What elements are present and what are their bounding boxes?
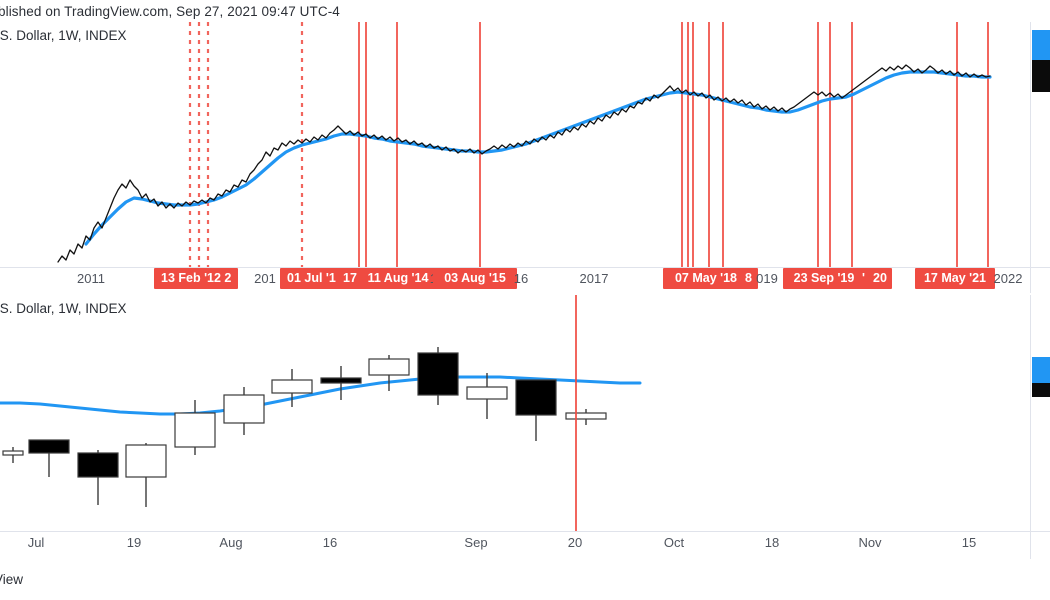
top-axis-tick-label: 019 [756,271,778,286]
top-axis-tick-label: 16 [513,271,529,286]
bottom-axis-tick-label: Aug [219,535,243,550]
top-chart-pane[interactable]: .S. Dollar, 1W, INDEX [0,22,1050,267]
candle-10 [466,373,508,419]
top-chart-plot[interactable] [0,22,1050,267]
bottom-price-tag-ma [1032,357,1050,383]
candle-11 [515,379,557,441]
top-price-tag-ma [1032,30,1050,60]
top-axis-event-label[interactable]: 03 Aug '15 [433,268,517,289]
top-axis-event-label[interactable]: 07 May '18 [665,268,747,289]
candle-4 [174,400,216,455]
candle-body [223,394,265,424]
bottom-time-axis[interactable]: Jul 19 Aug 16 Sep 20 Oct 18 Nov 15 [0,531,1050,559]
chart-screenshot: blished on TradingView.com, Sep 27, 2021… [0,0,1050,600]
bottom-axis-tick-label: 18 [764,535,780,550]
top-axis-tick-label: 201 [254,271,276,286]
candle-body [565,412,607,420]
bottom-axis-tick-label: Oct [663,535,685,550]
bottom-pane-symbol-label: .S. Dollar, 1W, INDEX [0,301,127,316]
candle-body [2,450,24,456]
published-caption: blished on TradingView.com, Sep 27, 2021… [0,4,340,19]
top-price-scale[interactable] [1030,22,1050,293]
top-moving-average-line [84,70,992,246]
bottom-chart-plot[interactable] [0,295,1050,531]
candle-8 [368,355,410,391]
candle-body [320,377,362,384]
candle-body [417,352,459,396]
footer-brand: View [0,572,24,587]
candle-12 [565,409,607,425]
candle-body [174,412,216,448]
bottom-axis-tick-label: 15 [961,535,977,550]
top-axis-tick-label: 2017 [579,271,609,286]
bottom-axis-tick-label: Jul [27,535,45,550]
candle-body [515,379,557,416]
top-axis-event-label[interactable]: 01 Jul '1 [280,268,342,289]
candle-3 [125,443,167,507]
bottom-axis-tick-label: 16 [322,535,338,550]
top-axis-tick-label: 2011 [77,271,105,286]
top-axis-event-label[interactable]: 8 [738,268,758,289]
candle-body [466,386,508,400]
top-axis-event-label[interactable]: 20 [866,268,892,289]
top-axis-event-label[interactable]: 23 Sep '19 [783,268,865,289]
bottom-price-tag-last [1032,383,1050,397]
candle-body [125,444,167,478]
candle-body [77,452,119,478]
bottom-price-scale[interactable] [1030,295,1050,559]
bottom-axis-tick-label: 20 [567,535,583,550]
candle-7 [320,366,362,400]
top-pane-symbol-label: .S. Dollar, 1W, INDEX [0,28,127,43]
candle-0 [2,447,24,463]
candle-body [28,439,70,454]
bottom-axis-tick-label: 19 [126,535,142,550]
top-time-axis[interactable]: 201113 Feb '12 220101 Jul '117 Fe11 Aug … [0,267,1050,293]
bottom-chart-pane[interactable]: .S. Dollar, 1W, INDEX [0,295,1050,531]
bottom-axis-divider [0,531,1050,532]
top-axis-tick-label: 2022 [993,271,1023,286]
top-line-chart [57,22,992,267]
candle-9 [417,347,459,405]
candle-body [271,379,313,394]
top-axis-event-label[interactable]: 17 May '21 [915,268,995,289]
bottom-axis-tick-label: Sep [464,535,488,550]
candle-1 [28,439,70,477]
candle-2 [77,450,119,505]
bottom-axis-tick-label: Nov [858,535,882,550]
bottom-candlestick-chart [0,295,642,531]
top-axis-event-label[interactable]: 13 Feb '12 2 [154,268,238,289]
candle-5 [223,387,265,435]
top-axis-event-label[interactable]: 11 Aug '14 [358,268,438,289]
top-price-tag-last [1032,60,1050,92]
candle-body [368,358,410,376]
